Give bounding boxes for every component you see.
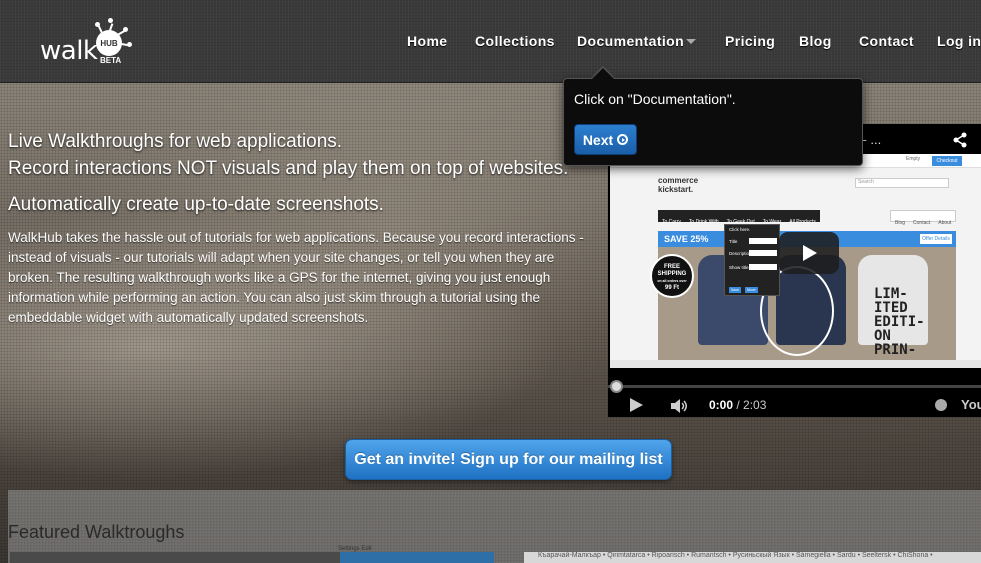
nav-contact[interactable]: Contact [859,33,914,49]
nav-blog[interactable]: Blog [799,33,832,49]
volume-icon[interactable] [671,399,689,413]
limited-line: ITED [874,300,908,316]
frame-search: Search [855,178,949,188]
video-player[interactable]: et - ... Empty Checkout commerce kicksta… [608,124,981,417]
frame-checkout: Checkout [932,156,962,166]
popup-title: Click here. [729,227,751,232]
free-shipping-line: SHIPPING [657,271,687,277]
frame-menu: To Carry To Drink With To Geek Out To Wear A… [658,210,820,225]
signup-cta-button[interactable]: Get an invite! Sign up for our mailing l… [345,439,672,480]
frame-logo-line1: commerce [658,176,699,185]
free-shipping-line: on all orders over [657,279,687,283]
watch-later-icon[interactable] [935,399,947,411]
site-header: walk HUB BETA Home Collections Documenta… [0,0,981,83]
frame-statusbar [610,360,981,368]
hero-paragraph: WalkHub takes the hassle out of tutorial… [8,230,584,325]
frame-limited-text: LIM- ITED EDITI- ON PRIN- [874,287,925,357]
nav-pricing[interactable]: Pricing [725,33,775,49]
thumbnail-text: Settings Edit [338,546,372,552]
walkhub-logo[interactable]: walk HUB BETA [40,18,135,68]
thumbnail-text: Къарачай-Малкъар • Qirimtatarca • Ripoar… [538,552,933,559]
walkthrough-thumbnail-inner [340,552,494,563]
youtube-logo[interactable]: You [961,397,981,412]
popup-button: Save [729,287,741,293]
hero-headline-2: Record interactions NOT visuals and play… [8,158,569,179]
play-control-icon[interactable] [630,398,643,412]
nav-documentation[interactable]: Documentation [577,33,684,49]
next-button[interactable]: Next [574,124,637,155]
nav-login[interactable]: Log in [937,33,981,49]
hero-headline-1: Live Walkthroughs for web applications. [8,131,343,152]
logo-dot [123,27,128,32]
logo-dot [108,18,113,23]
frame-banner-button: Offer Details [920,234,952,244]
popup-button: Move [745,287,758,293]
hero-text: Live Walkthroughs for web applications. … [8,128,588,328]
limited-line: EDITI- [874,314,925,330]
logo-dot [127,42,132,47]
frame-banner-text: SAVE 25% [664,234,709,244]
free-shipping-line: FREE [663,264,680,270]
frame-menu-item: To Drink With [688,219,719,225]
hero-headline-3: Automatically create up-to-date screensh… [8,194,384,215]
video-progress-handle[interactable] [610,380,623,393]
video-time: 0:00 / 2:03 [709,398,766,412]
next-button-label: Next [582,131,614,148]
limited-line: LIM- [874,286,908,302]
video-current-time: 0:00 [709,398,734,412]
share-icon[interactable] [952,132,968,148]
frame-logo: commerce kickstart. [658,176,698,194]
frame-menu-item: Blog [895,220,906,226]
frame-logo-line2: kickstart. [658,185,694,194]
frame-popup: Click here. Title Description Show title… [724,224,780,296]
nav-home[interactable]: Home [407,33,448,49]
popup-field [749,238,777,244]
frame-menu-item: All Products [789,219,816,225]
frame-menu-right: Blog Contact About [890,210,957,226]
frame-menu-item: To Carry [662,219,681,225]
featured-title: Featured Walktroughs [8,522,185,542]
limited-line: ON [874,328,891,344]
free-shipping-line: 99 Ft [664,285,679,291]
featured-section: Featured Walktroughs Settings Edit Къара… [8,490,981,563]
play-icon[interactable] [779,232,839,274]
popup-field [749,250,777,256]
popup-field [749,264,777,270]
tooltip-arrow-inner [591,68,615,80]
video-progress-track[interactable] [608,385,981,388]
frame-free-shipping-badge: FREE SHIPPING on all orders over 99 Ft [650,254,694,298]
frame-empty: Empty [906,156,921,162]
popup-label: Title [729,239,738,244]
nav-collections[interactable]: Collections [475,33,555,49]
tooltip-text: Click on "Documentation". [574,91,736,107]
logo-dot [95,22,100,27]
arrow-right-circle-icon [617,134,629,145]
popup-label: Show title [729,265,749,270]
logo-beta: BETA [100,56,122,65]
limited-line: PRIN- [874,342,917,358]
logo-hub-badge: HUB [96,30,122,56]
frame-menu-item: Contact [913,220,931,226]
chevron-down-icon[interactable] [686,39,696,44]
frame-menu-item: About [938,220,952,226]
video-duration: / 2:03 [736,398,767,412]
logo-word: walk [40,36,98,66]
walkthrough-tooltip: Click on "Documentation". Next [563,78,863,166]
